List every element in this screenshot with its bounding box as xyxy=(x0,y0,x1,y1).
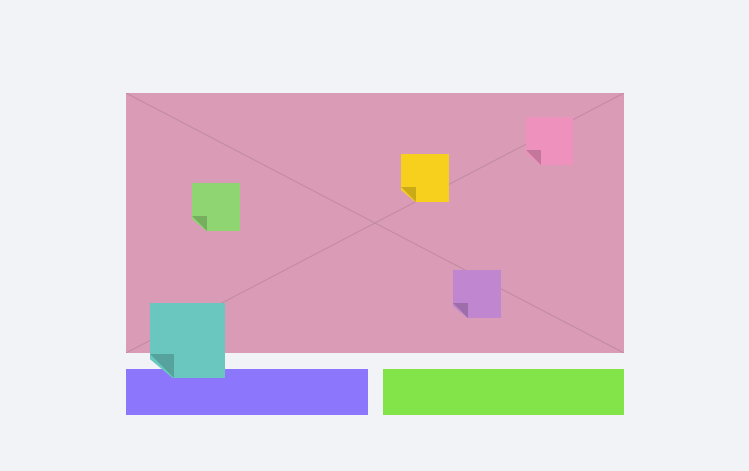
green-bar xyxy=(383,369,624,415)
sticky-note-purple-body xyxy=(453,270,501,318)
sticky-note-fold-icon xyxy=(526,150,541,165)
sticky-note-purple[interactable] xyxy=(453,270,501,318)
sticky-note-green-body xyxy=(192,183,240,231)
sticky-note-pink-body xyxy=(526,117,573,165)
sticky-note-teal-body xyxy=(150,303,225,378)
sticky-note-fold-icon xyxy=(150,354,174,378)
sticky-note-fold-icon xyxy=(453,303,468,318)
sticky-note-pink[interactable] xyxy=(526,117,573,165)
sticky-note-yellow[interactable] xyxy=(401,154,449,202)
sticky-note-green[interactable] xyxy=(192,183,240,231)
sticky-note-fold-icon xyxy=(192,216,207,231)
sticky-note-teal[interactable] xyxy=(150,303,225,378)
sticky-note-yellow-body xyxy=(401,154,449,202)
sticky-note-fold-icon xyxy=(401,187,416,202)
